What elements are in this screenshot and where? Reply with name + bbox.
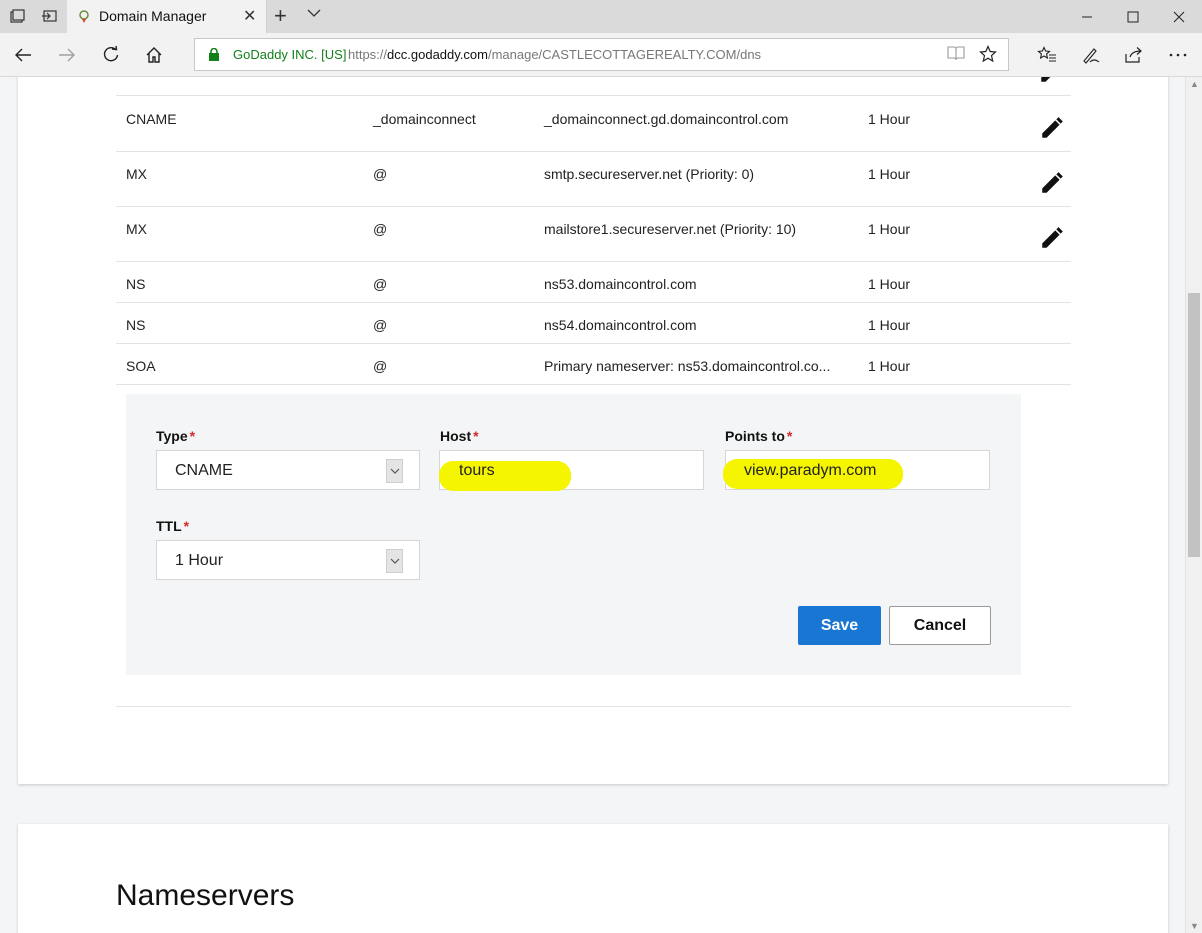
record-type: CNAME xyxy=(126,111,177,127)
points-to-label: Points to * xyxy=(725,428,793,444)
type-select-value: CNAME xyxy=(175,462,233,479)
record-value: ns54.domaincontrol.com xyxy=(544,317,697,333)
record-ttl: 1 Hour xyxy=(868,111,911,127)
pencil-icon[interactable] xyxy=(1038,77,1064,85)
back-button[interactable] xyxy=(10,42,36,68)
favorites-hub-icon[interactable] xyxy=(1034,42,1060,68)
row-divider xyxy=(116,206,1071,207)
lock-icon xyxy=(209,48,219,61)
dns-records-card: CNAME _domainconnect _domainconnect.gd.d… xyxy=(18,77,1168,784)
row-divider xyxy=(116,384,1071,385)
chevron-down-icon[interactable] xyxy=(386,549,403,573)
scroll-down-arrow-icon[interactable]: ▼ xyxy=(1190,921,1199,931)
record-name: @ xyxy=(373,166,388,182)
chevron-down-icon[interactable] xyxy=(307,5,321,21)
record-ttl: 1 Hour xyxy=(868,317,911,333)
host-input-value: tours xyxy=(459,462,495,479)
title-bar: Domain Manager ✕ + xyxy=(0,0,1202,33)
site-identity[interactable]: GoDaddy INC. [US] xyxy=(233,47,346,62)
pencil-icon[interactable] xyxy=(1039,170,1065,196)
pencil-icon[interactable] xyxy=(1039,115,1065,141)
record-value: mailstore1.secureserver.net (Priority: 1… xyxy=(544,221,797,237)
favorite-star-icon[interactable] xyxy=(979,45,997,68)
page-scrollbar[interactable]: ▲ ▼ xyxy=(1185,77,1202,933)
record-type: NS xyxy=(126,317,146,333)
record-ttl: 1 Hour xyxy=(868,221,911,237)
pencil-icon[interactable] xyxy=(1039,225,1065,251)
nameservers-card: Nameservers xyxy=(18,824,1168,933)
share-icon[interactable] xyxy=(1121,42,1147,68)
record-type: SOA xyxy=(126,358,156,374)
host-label: Host * xyxy=(440,428,479,444)
active-tab[interactable]: Domain Manager ✕ xyxy=(67,0,267,33)
row-divider xyxy=(116,151,1071,152)
maximize-button[interactable] xyxy=(1110,0,1156,33)
record-value: _domainconnect.gd.domaincontrol.com xyxy=(544,111,789,127)
cancel-button[interactable]: Cancel xyxy=(889,606,991,645)
row-divider xyxy=(116,261,1071,262)
tab-title: Domain Manager xyxy=(99,8,207,24)
save-button[interactable]: Save xyxy=(798,606,881,645)
tab-actions-icon[interactable] xyxy=(6,5,28,27)
record-type: MX xyxy=(126,221,147,237)
navigation-bar: GoDaddy INC. [US] https://dcc.godaddy.co… xyxy=(0,33,1202,77)
record-name: @ xyxy=(373,358,388,374)
host-input[interactable]: tours xyxy=(439,450,704,491)
type-label: Type * xyxy=(156,428,196,444)
points-to-input[interactable]: view.paradym.com xyxy=(723,450,990,490)
close-tab-icon[interactable]: ✕ xyxy=(243,6,256,26)
ttl-label: TTL * xyxy=(156,518,190,534)
section-divider xyxy=(116,706,1071,707)
row-divider xyxy=(116,95,1071,96)
record-name: @ xyxy=(373,221,388,237)
record-value: smtp.secureserver.net (Priority: 0) xyxy=(544,166,755,182)
record-value: Primary nameserver: ns53.domaincontrol.c… xyxy=(544,358,831,374)
url-text[interactable]: https://dcc.godaddy.com/manage/CASTLECOT… xyxy=(348,47,761,62)
type-select[interactable]: CNAME xyxy=(156,450,420,490)
scrollbar-thumb[interactable] xyxy=(1188,293,1200,557)
record-name: _domainconnect xyxy=(373,111,476,127)
home-button[interactable] xyxy=(141,42,167,68)
minimize-button[interactable] xyxy=(1064,0,1110,33)
record-type: MX xyxy=(126,166,147,182)
new-tab-icon[interactable]: + xyxy=(274,3,287,29)
refresh-button[interactable] xyxy=(98,42,124,68)
record-type: NS xyxy=(126,276,146,292)
address-bar[interactable]: GoDaddy INC. [US] https://dcc.godaddy.co… xyxy=(194,38,1009,71)
add-record-form: Type * CNAME Host * tours Points to * view.… xyxy=(126,394,1021,675)
record-value: ns53.domaincontrol.com xyxy=(544,276,697,292)
page-viewport: CNAME _domainconnect _domainconnect.gd.d… xyxy=(0,77,1185,933)
godaddy-favicon-icon xyxy=(79,10,89,23)
record-ttl: 1 Hour xyxy=(868,358,911,374)
forward-button[interactable] xyxy=(54,42,80,68)
web-note-pen-icon[interactable] xyxy=(1078,42,1104,68)
scroll-up-arrow-icon[interactable]: ▲ xyxy=(1190,79,1199,89)
chevron-down-icon[interactable] xyxy=(386,459,403,483)
reading-view-icon[interactable] xyxy=(947,45,965,66)
row-divider xyxy=(116,343,1071,344)
ttl-select-value: 1 Hour xyxy=(175,552,224,569)
points-to-input-value: view.paradym.com xyxy=(744,462,877,479)
ttl-select[interactable]: 1 Hour xyxy=(156,540,420,580)
more-menu-icon[interactable] xyxy=(1165,42,1191,68)
set-tabs-aside-icon[interactable] xyxy=(38,5,60,27)
nameservers-title: Nameservers xyxy=(116,879,295,912)
record-ttl: 1 Hour xyxy=(868,166,911,182)
record-ttl: 1 Hour xyxy=(868,276,911,292)
row-divider xyxy=(116,302,1071,303)
record-name: @ xyxy=(373,317,388,333)
close-window-button[interactable] xyxy=(1156,0,1202,33)
record-name: @ xyxy=(373,276,388,292)
